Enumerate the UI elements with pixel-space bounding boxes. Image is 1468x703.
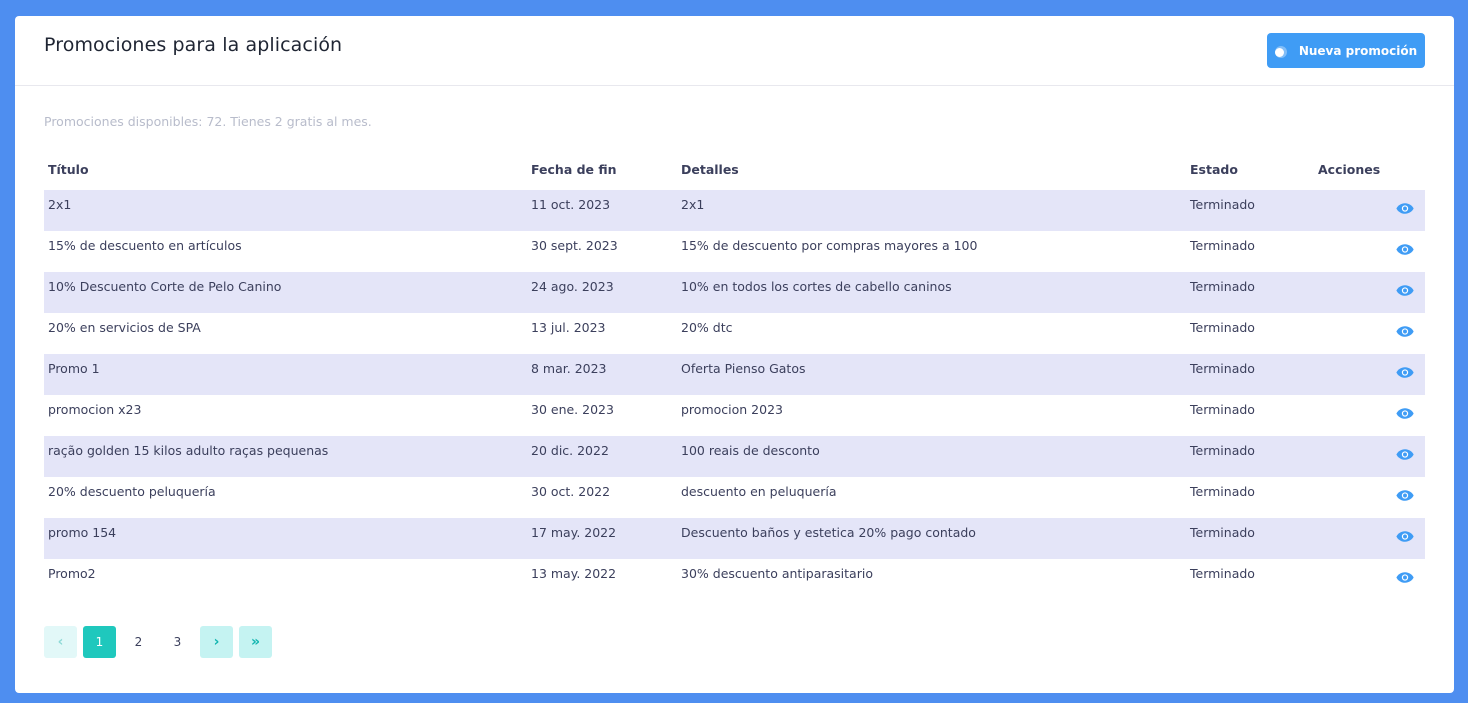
table-row: promo 154 17 may. 2022 Descuento baños y e…	[44, 518, 1425, 559]
cell-actions	[1314, 477, 1425, 518]
table-row: Promo2 13 may. 2022 30% descuento antipara…	[44, 559, 1425, 600]
cell-actions	[1314, 190, 1425, 231]
cell-title: 20% descuento peluquería	[48, 484, 216, 499]
table-row: 20% descuento peluquería 30 oct. 2022 desc…	[44, 477, 1425, 518]
eye-icon[interactable]	[1396, 325, 1414, 338]
cell-details: Oferta Pienso Gatos	[677, 354, 1186, 395]
cell-title: Promo 1	[44, 354, 527, 395]
cell-end-date: 13 may. 2022	[531, 566, 617, 581]
cell-actions	[1314, 231, 1425, 272]
chevron-left-icon[interactable]: ‹	[44, 626, 77, 658]
chevron-right-icon[interactable]: ›	[200, 626, 233, 658]
column-header-actions: Acciones	[1318, 162, 1381, 177]
cell-details: 20% dtc	[681, 320, 733, 335]
column-header-details: Detalles	[681, 162, 739, 177]
cell-title: 2x1	[44, 190, 527, 231]
cell-end-date: 20 dic. 2022	[527, 436, 677, 477]
cell-actions	[1314, 518, 1425, 559]
cell-status: Terminado	[1186, 190, 1314, 231]
eye-icon[interactable]	[1396, 284, 1414, 297]
table-row: Promo 18 mar. 2023 Oferta Pienso Gatos Ter…	[44, 354, 1425, 395]
cell-details: 30% descuento antiparasitario	[681, 566, 873, 581]
page-button-2[interactable]: 2	[122, 626, 155, 658]
cell-title: promo 154	[44, 518, 527, 559]
new-promotion-label: Nueva promoción	[1298, 43, 1418, 58]
page-button-1[interactable]: 1	[83, 626, 116, 658]
cell-end-date: 17 may. 2022	[527, 518, 677, 559]
cell-actions	[1314, 436, 1425, 477]
eye-icon[interactable]	[1396, 448, 1414, 461]
cell-title: ração golden 15 kilos adulto raças peque…	[44, 436, 527, 477]
cell-title: promocion x23	[48, 402, 142, 417]
cell-actions	[1314, 559, 1425, 600]
cell-title: Promo2	[48, 566, 96, 581]
table-row: promocion x23 30 ene. 2023 promocion 2023 T…	[44, 395, 1425, 436]
pagination: ‹ 1 2 3 › »	[44, 626, 272, 658]
promotions-table: Título Fecha de fin Detalles Estado Acci…	[44, 149, 1425, 600]
table-row: 2x1 11 oct. 2023 2x1 Terminado	[44, 190, 1425, 231]
cell-actions	[1314, 313, 1425, 354]
cell-details: 100 reais de desconto	[677, 436, 1186, 477]
cell-end-date: 11 oct. 2023	[527, 190, 677, 231]
eye-icon[interactable]	[1396, 407, 1414, 420]
cell-details: 15% de descuento por compras mayores a 1…	[681, 238, 978, 253]
cell-details: descuento en peluquería	[681, 484, 837, 499]
eye-icon[interactable]	[1396, 571, 1414, 584]
column-header-status: Estado	[1190, 162, 1238, 177]
cell-actions	[1314, 354, 1425, 395]
table-row: 10% Descuento Corte de Pelo Canino 24 ago…	[44, 272, 1425, 313]
cell-title: 20% en servicios de SPA	[48, 320, 201, 335]
table-header-row: Título Fecha de fin Detalles Estado Acci…	[44, 149, 1425, 190]
cell-details: 10% en todos los cortes de cabello canin…	[677, 272, 1186, 313]
table-row: ração golden 15 kilos adulto raças peque…	[44, 436, 1425, 477]
table-row: 15% de descuento en artículos 30 sept. 20…	[44, 231, 1425, 272]
eye-icon[interactable]	[1396, 366, 1414, 379]
cell-title: 10% Descuento Corte de Pelo Canino	[44, 272, 527, 313]
cell-end-date: 30 sept. 2023	[531, 238, 618, 253]
cell-status: Terminado	[1190, 566, 1255, 581]
page-title: Promociones para la aplicación	[44, 34, 343, 56]
page-button-3[interactable]: 3	[161, 626, 194, 658]
cell-status: Terminado	[1186, 354, 1314, 395]
table-row: 20% en servicios de SPA 13 jul. 2023 20% d…	[44, 313, 1425, 354]
cell-end-date: 30 oct. 2022	[531, 484, 611, 499]
cell-title: 15% de descuento en artículos	[48, 238, 242, 253]
eye-icon[interactable]	[1396, 243, 1414, 256]
cell-details: 2x1	[677, 190, 1186, 231]
cell-end-date: 30 ene. 2023	[531, 402, 614, 417]
cell-status: Terminado	[1186, 518, 1314, 559]
eye-icon[interactable]	[1396, 489, 1414, 502]
double-chevron-right-icon[interactable]: »	[239, 626, 272, 658]
cell-details: promocion 2023	[681, 402, 783, 417]
cell-actions	[1314, 395, 1425, 436]
column-header-end-date: Fecha de fin	[531, 162, 617, 177]
cell-end-date: 13 jul. 2023	[531, 320, 606, 335]
cell-status: Terminado	[1190, 238, 1255, 253]
cell-status: Terminado	[1190, 402, 1255, 417]
eye-icon[interactable]	[1396, 202, 1414, 215]
cell-status: Terminado	[1190, 484, 1255, 499]
new-promotion-button[interactable]: Nueva promoción	[1267, 33, 1425, 68]
cell-actions	[1314, 272, 1425, 313]
cell-status: Terminado	[1186, 272, 1314, 313]
available-promotions-text: Promociones disponibles: 72. Tienes 2 gr…	[44, 114, 372, 129]
eye-icon[interactable]	[1396, 530, 1414, 543]
cell-status: Terminado	[1186, 436, 1314, 477]
cell-end-date: 8 mar. 2023	[527, 354, 677, 395]
cell-status: Terminado	[1190, 320, 1255, 335]
cell-details: Descuento baños y estetica 20% pago cont…	[677, 518, 1186, 559]
toggle-icon	[1274, 44, 1289, 58]
card-header: Promociones para la aplicación Nueva pro…	[15, 16, 1454, 86]
promotions-card: Promociones para la aplicación Nueva pro…	[15, 16, 1454, 693]
column-header-title: Título	[48, 162, 89, 177]
cell-end-date: 24 ago. 2023	[527, 272, 677, 313]
